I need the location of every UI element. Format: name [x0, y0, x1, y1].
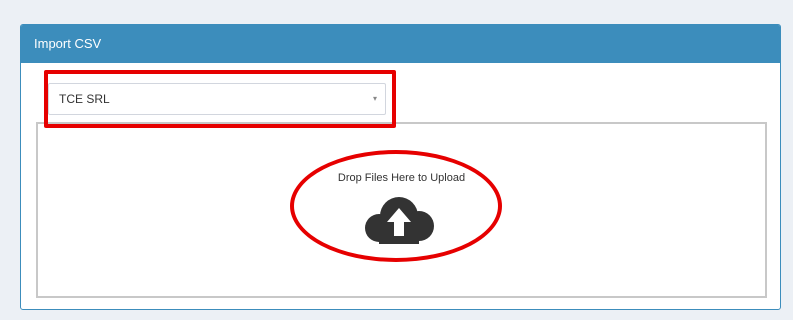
import-csv-panel: Import CSV TCE SRL ▾ Drop Files Here to … [20, 24, 781, 310]
file-dropzone[interactable]: Drop Files Here to Upload [36, 122, 767, 298]
company-select[interactable]: TCE SRL ▾ [48, 83, 386, 115]
panel-title: Import CSV [21, 25, 780, 63]
company-select-value: TCE SRL [59, 92, 110, 106]
chevron-down-icon: ▾ [372, 94, 377, 103]
cloud-upload-icon [365, 197, 434, 244]
dropzone-text: Drop Files Here to Upload [337, 172, 466, 184]
